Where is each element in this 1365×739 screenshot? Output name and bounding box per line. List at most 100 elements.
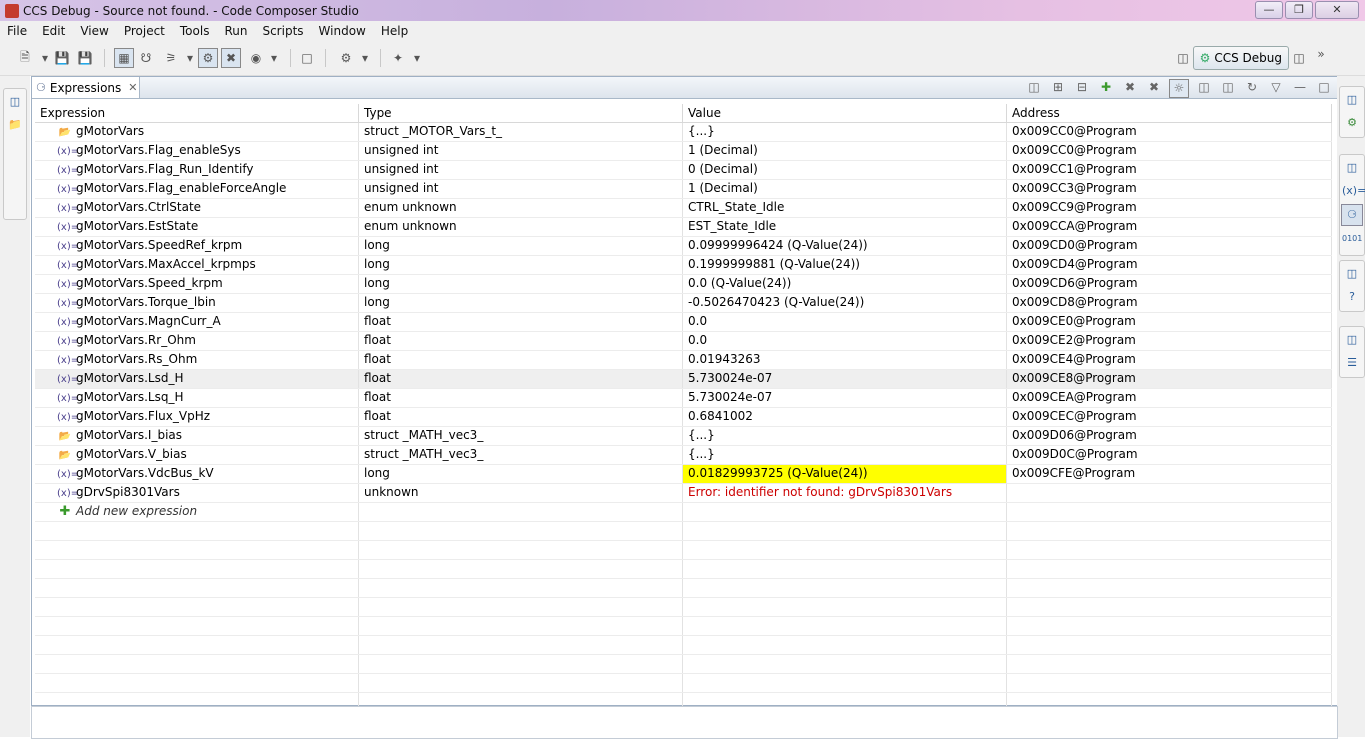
- import-icon[interactable]: ◫: [1219, 79, 1237, 96]
- close-icon[interactable]: ✕: [128, 81, 137, 94]
- value-cell[interactable]: 0.01829993725 (Q-Value(24)): [683, 465, 1007, 483]
- menu-edit[interactable]: Edit: [35, 24, 73, 38]
- expression-name[interactable]: gMotorVars.Flag_Run_Identify: [76, 162, 253, 176]
- restore-icon[interactable]: ◫: [1342, 330, 1362, 350]
- memory-icon[interactable]: 0101: [1342, 229, 1362, 249]
- debug-view-icon[interactable]: ▦: [114, 48, 134, 68]
- table-row[interactable]: (x)=gMotorVars.Flag_enableSys unsigned in…: [35, 142, 1332, 161]
- value-cell[interactable]: EST_State_Idle: [683, 218, 1007, 236]
- value-cell[interactable]: {...}: [683, 427, 1007, 445]
- value-cell[interactable]: 0.09999996424 (Q-Value(24)): [683, 237, 1007, 255]
- table-row[interactable]: 📂 gMotorVars struct _MOTOR_Vars_t_ {...} 0x0…: [35, 123, 1332, 142]
- variables-icon[interactable]: (x)=: [1342, 181, 1365, 201]
- open-perspective-icon[interactable]: ◫: [1174, 49, 1192, 67]
- restore-icon[interactable]: ◫: [5, 92, 25, 112]
- minimize-view-icon[interactable]: —: [1291, 79, 1309, 96]
- value-cell[interactable]: 1 (Decimal): [683, 142, 1007, 160]
- table-row[interactable]: (x)=gDrvSpi8301Vars unknown Error: identif…: [35, 484, 1332, 503]
- menu-view[interactable]: View: [73, 24, 116, 38]
- value-cell[interactable]: 5.730024e-07: [683, 389, 1007, 407]
- value-cell[interactable]: CTRL_State_Idle: [683, 199, 1007, 217]
- menu-window[interactable]: Window: [312, 24, 374, 38]
- table-row[interactable]: (x)=gMotorVars.Flag_enableForceAngle unsi…: [35, 180, 1332, 199]
- expression-name[interactable]: gMotorVars.MagnCurr_A: [76, 314, 221, 328]
- value-cell[interactable]: 0.0: [683, 332, 1007, 350]
- save-icon[interactable]: 💾: [53, 49, 71, 67]
- maximize-button[interactable]: ❐: [1285, 1, 1313, 19]
- expressions-icon[interactable]: ⚆: [1341, 204, 1363, 226]
- expression-name[interactable]: gMotorVars.Flux_VpHz: [76, 409, 210, 423]
- value-cell[interactable]: 0.0 (Q-Value(24)): [683, 275, 1007, 293]
- expression-name[interactable]: gMotorVars.I_bias: [76, 428, 182, 442]
- table-row[interactable]: (x)=gMotorVars.Speed_krpm long 0.0 (Q-Valu…: [35, 275, 1332, 294]
- expression-name[interactable]: gMotorVars.Rs_Ohm: [76, 352, 197, 366]
- help-icon[interactable]: ?: [1342, 287, 1362, 307]
- expression-name[interactable]: gMotorVars.Lsd_H: [76, 371, 184, 385]
- table-row[interactable]: (x)=gMotorVars.Lsd_H float 5.730024e-07 0x0…: [35, 370, 1332, 389]
- table-row[interactable]: (x)=gMotorVars.Lsq_H float 5.730024e-07 0x0…: [35, 389, 1332, 408]
- table-row[interactable]: (x)=gMotorVars.SpeedRef_krpm long 0.099999…: [35, 237, 1332, 256]
- remove-icon[interactable]: ✖: [1121, 79, 1139, 96]
- expression-name[interactable]: gMotorVars.Lsq_H: [76, 390, 184, 404]
- export-icon[interactable]: ◫: [1195, 79, 1213, 96]
- debug-icon[interactable]: ⚙: [1342, 113, 1362, 133]
- maximize-view-icon[interactable]: □: [1315, 79, 1333, 96]
- restore-icon[interactable]: ◫: [1342, 264, 1362, 284]
- remove-all-icon[interactable]: ✖: [1145, 79, 1163, 96]
- expression-name[interactable]: gMotorVars.Flag_enableSys: [76, 143, 241, 157]
- new-icon[interactable]: 🗎: [16, 49, 34, 67]
- expression-name[interactable]: gMotorVars.EstState: [76, 219, 198, 233]
- save-all-icon[interactable]: 💾: [76, 49, 94, 67]
- expression-name[interactable]: gMotorVars.VdcBus_kV: [76, 466, 214, 480]
- wand-icon[interactable]: ✦: [389, 49, 407, 67]
- add-expression-label[interactable]: Add new expression: [76, 504, 197, 518]
- column-header-value[interactable]: Value: [683, 104, 1007, 122]
- chevron-right-icon[interactable]: »: [1312, 45, 1330, 63]
- expand-all-icon[interactable]: ⊞: [1049, 79, 1067, 96]
- minimize-button[interactable]: —: [1255, 1, 1283, 19]
- expression-name[interactable]: gDrvSpi8301Vars: [76, 485, 180, 499]
- table-row[interactable]: (x)=gMotorVars.Rr_Ohm float 0.0 0x009CE2@Pr…: [35, 332, 1332, 351]
- value-cell[interactable]: 1 (Decimal): [683, 180, 1007, 198]
- chevron-down-icon[interactable]: ▾: [265, 49, 283, 67]
- menu-project[interactable]: Project: [117, 24, 173, 38]
- table-row[interactable]: (x)=gMotorVars.Flag_Run_Identify unsigned…: [35, 161, 1332, 180]
- value-cell[interactable]: -0.5026470423 (Q-Value(24)): [683, 294, 1007, 312]
- menu-file[interactable]: File: [0, 24, 35, 38]
- table-row[interactable]: (x)=gMotorVars.Torque_lbin long -0.5026470…: [35, 294, 1332, 313]
- expression-name[interactable]: gMotorVars.Torque_lbin: [76, 295, 216, 309]
- load-program-icon[interactable]: ⚙: [198, 48, 218, 68]
- table-row[interactable]: (x)=gMotorVars.VdcBus_kV long 0.0182999372…: [35, 465, 1332, 484]
- expression-name[interactable]: gMotorVars: [76, 124, 144, 138]
- expression-name[interactable]: gMotorVars.MaxAccel_krpmps: [76, 257, 256, 271]
- value-cell[interactable]: {...}: [683, 123, 1007, 141]
- table-row[interactable]: (x)=gMotorVars.EstState enum unknown EST_S…: [35, 218, 1332, 237]
- perspective-overflow-icon[interactable]: ◫: [1290, 49, 1308, 67]
- chevron-down-icon[interactable]: ▾: [36, 49, 54, 67]
- value-cell[interactable]: Error: identifier not found: gDrvSpi8301…: [683, 484, 1007, 502]
- chevron-down-icon[interactable]: ▾: [181, 49, 199, 67]
- bug-icon[interactable]: ◉: [247, 49, 265, 67]
- value-cell[interactable]: 0.1999999881 (Q-Value(24)): [683, 256, 1007, 274]
- expression-name[interactable]: gMotorVars.CtrlState: [76, 200, 201, 214]
- console-icon[interactable]: □: [298, 49, 316, 67]
- view-menu-icon[interactable]: ▽: [1267, 79, 1285, 96]
- value-cell[interactable]: {...}: [683, 446, 1007, 464]
- expression-name[interactable]: gMotorVars.V_bias: [76, 447, 187, 461]
- refresh-icon[interactable]: ↻: [1243, 79, 1261, 96]
- terminate-icon[interactable]: ✖: [221, 48, 241, 68]
- perspective-ccs-debug[interactable]: ⚙ CCS Debug: [1192, 46, 1289, 70]
- table-row[interactable]: (x)=gMotorVars.Rs_Ohm float 0.01943263 0x00…: [35, 351, 1332, 370]
- show-type-icon[interactable]: ◫: [1025, 79, 1043, 96]
- restore-icon[interactable]: ◫: [1342, 90, 1362, 110]
- expression-name[interactable]: gMotorVars.Rr_Ohm: [76, 333, 196, 347]
- value-cell[interactable]: 5.730024e-07: [683, 370, 1007, 388]
- value-cell[interactable]: 0.6841002: [683, 408, 1007, 426]
- table-row[interactable]: (x)=gMotorVars.MagnCurr_A float 0.0 0x009CE…: [35, 313, 1332, 332]
- column-header-expression[interactable]: Expression: [35, 104, 359, 122]
- table-row[interactable]: 📂 gMotorVars.I_bias struct _MATH_vec3_ {...…: [35, 427, 1332, 446]
- value-cell[interactable]: 0.0: [683, 313, 1007, 331]
- value-cell[interactable]: 0 (Decimal): [683, 161, 1007, 179]
- table-row[interactable]: (x)=gMotorVars.Flux_VpHz float 0.6841002 0x…: [35, 408, 1332, 427]
- expression-name[interactable]: gMotorVars.Speed_krpm: [76, 276, 223, 290]
